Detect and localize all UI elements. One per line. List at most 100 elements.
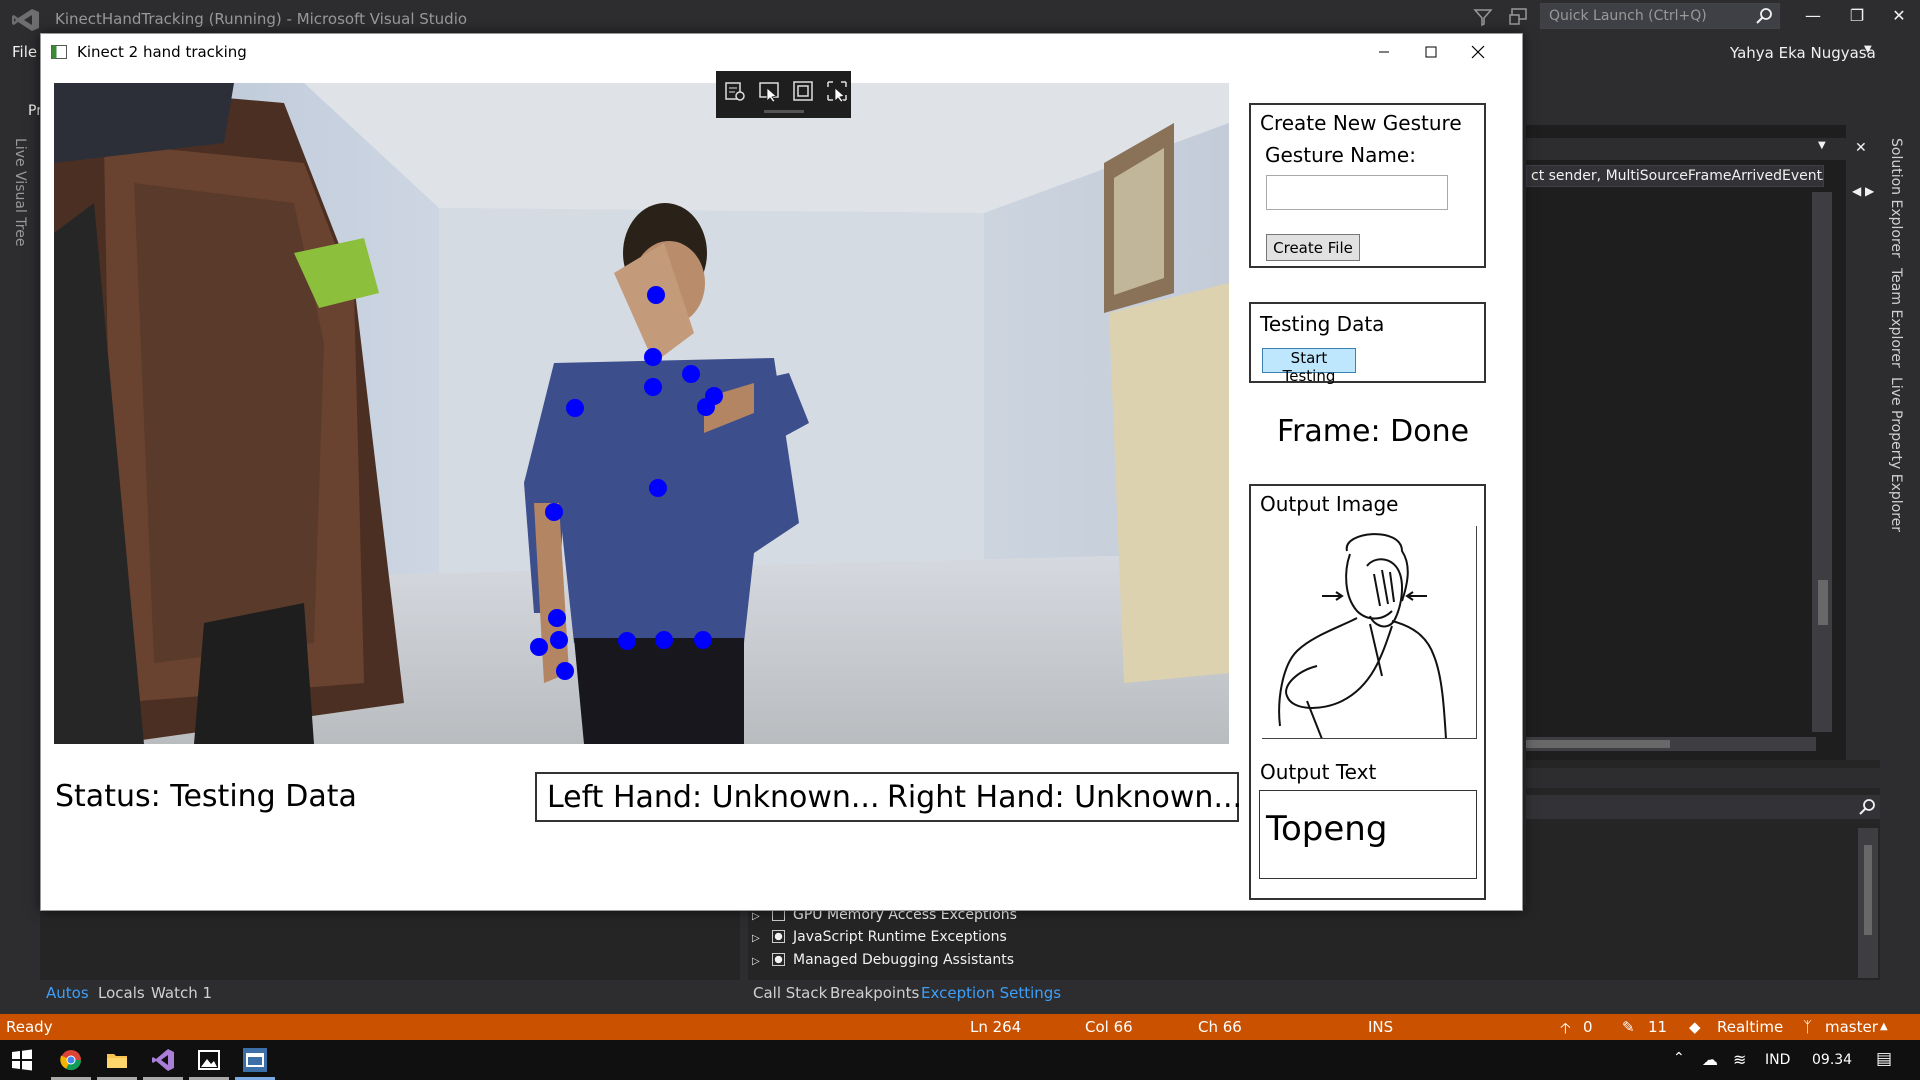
toolbar-grip[interactable] bbox=[764, 110, 804, 113]
status-branch[interactable]: master bbox=[1825, 1018, 1878, 1036]
go-to-live-visual-tree-icon[interactable] bbox=[723, 79, 747, 103]
hand-state-box: Left Hand: Unknown... Right Hand: Unknow… bbox=[535, 772, 1242, 822]
exception-checkbox[interactable] bbox=[772, 953, 785, 966]
exception-checkbox[interactable] bbox=[772, 930, 785, 943]
output-panel-header bbox=[1526, 768, 1880, 788]
create-gesture-group: Create New Gesture Gesture Name: Create … bbox=[1249, 103, 1486, 268]
pencil-icon[interactable]: ✎ bbox=[1622, 1018, 1635, 1036]
visual-studio-icon[interactable] bbox=[151, 1048, 175, 1072]
start-testing-button[interactable]: Start Testing bbox=[1262, 348, 1356, 385]
quick-launch-input[interactable]: Quick Launch (Ctrl+Q) bbox=[1540, 3, 1780, 29]
language-indicator[interactable]: IND bbox=[1765, 1052, 1790, 1068]
status-bar: Ready Ln 264 Col 66 Ch 66 INS 🡡 0 ✎ 11 ◆… bbox=[0, 1014, 1920, 1040]
skeleton-joint bbox=[556, 662, 574, 680]
clock[interactable]: 09.34 bbox=[1812, 1052, 1852, 1068]
skeleton-joint bbox=[649, 479, 667, 497]
onedrive-icon[interactable]: ☁ bbox=[1702, 1050, 1718, 1069]
output-panel-scroll-thumb[interactable] bbox=[1864, 845, 1872, 935]
kinect-app-icon[interactable] bbox=[243, 1048, 267, 1072]
vs-window-title: KinectHandTracking (Running) - Microsoft… bbox=[55, 10, 468, 28]
output-image bbox=[1262, 526, 1477, 739]
tab-autos[interactable]: Autos bbox=[46, 984, 89, 1002]
method-navigation-combo[interactable]: ct sender, MultiSourceFrameArrivedEventA… bbox=[1526, 165, 1824, 187]
photos-icon[interactable] bbox=[197, 1048, 221, 1072]
gesture-name-input[interactable] bbox=[1266, 175, 1448, 210]
code-editor bbox=[1526, 125, 1846, 760]
notifications-icon[interactable]: ▤ bbox=[1876, 1049, 1892, 1069]
status-ready: Ready bbox=[6, 1018, 53, 1036]
user-name[interactable]: Yahya Eka Nugyasa bbox=[1730, 44, 1876, 62]
solution-explorer-tab[interactable]: Solution Explorer bbox=[1888, 138, 1904, 258]
create-gesture-title: Create New Gesture bbox=[1260, 111, 1462, 135]
status-column: Col 66 bbox=[1085, 1018, 1133, 1036]
status-edit-count[interactable]: 11 bbox=[1648, 1018, 1667, 1036]
vs-restore-button[interactable]: ❐ bbox=[1842, 6, 1872, 28]
tab-locals[interactable]: Locals bbox=[98, 984, 145, 1002]
display-layout-adorners-icon[interactable] bbox=[791, 79, 815, 103]
skeleton-joint bbox=[550, 631, 568, 649]
editor-nav-arrows-icon[interactable]: ◀ ▶ bbox=[1852, 184, 1874, 198]
skeleton-joint bbox=[644, 348, 662, 366]
skeleton-joint bbox=[647, 286, 665, 304]
filter-icon[interactable] bbox=[1472, 6, 1494, 28]
create-file-button[interactable]: Create File bbox=[1266, 234, 1360, 261]
output-text-value: Topeng bbox=[1266, 809, 1388, 849]
vs-minimize-button[interactable]: — bbox=[1798, 6, 1828, 28]
status-realtime[interactable]: Realtime bbox=[1717, 1018, 1783, 1036]
maximize-button[interactable] bbox=[1408, 38, 1454, 66]
tab-exception-settings[interactable]: Exception Settings bbox=[921, 984, 1061, 1002]
team-explorer-tab[interactable]: Team Explorer bbox=[1888, 268, 1904, 368]
autos-panel bbox=[40, 910, 740, 980]
tab-call-stack[interactable]: Call Stack bbox=[753, 984, 827, 1002]
branch-icon[interactable]: ᛉ bbox=[1803, 1018, 1812, 1036]
wifi-icon[interactable]: ≋ bbox=[1733, 1050, 1746, 1069]
branch-caret-icon[interactable]: ▲ bbox=[1880, 1021, 1888, 1032]
chrome-icon[interactable] bbox=[59, 1048, 83, 1072]
track-focused-element-icon[interactable] bbox=[825, 79, 849, 103]
editor-header bbox=[1526, 138, 1846, 160]
vs-close-button[interactable]: ✕ bbox=[1884, 6, 1914, 28]
editor-close-icon[interactable]: ✕ bbox=[1855, 140, 1867, 156]
skeleton-joint bbox=[566, 399, 584, 417]
editor-scroll-thumb[interactable] bbox=[1818, 580, 1828, 625]
editor-vertical-scrollbar[interactable] bbox=[1812, 192, 1832, 732]
tray-expand-icon[interactable]: ⌃ bbox=[1673, 1050, 1685, 1066]
windows-start-icon[interactable] bbox=[10, 1048, 34, 1072]
output-panel bbox=[1526, 760, 1880, 980]
close-button[interactable] bbox=[1455, 38, 1501, 66]
left-tool-strip bbox=[0, 125, 40, 1010]
search-icon[interactable] bbox=[1858, 798, 1876, 816]
exception-row[interactable]: ▷ Managed Debugging Assistants bbox=[752, 952, 1014, 972]
expand-icon[interactable]: ▷ bbox=[752, 933, 766, 944]
user-dropdown-icon[interactable]: ▼ bbox=[1864, 44, 1872, 55]
expand-icon[interactable]: ▷ bbox=[752, 956, 766, 967]
live-property-explorer-tab[interactable]: Live Property Explorer bbox=[1888, 377, 1904, 532]
feedback-icon[interactable] bbox=[1508, 6, 1532, 28]
minimize-button[interactable] bbox=[1361, 38, 1407, 66]
search-icon[interactable] bbox=[1755, 7, 1773, 25]
editor-dropdown-icon[interactable]: ▼ bbox=[1818, 140, 1826, 151]
output-panel-search[interactable] bbox=[1526, 795, 1880, 819]
camera-view bbox=[54, 83, 1229, 744]
status-up-count[interactable]: 0 bbox=[1583, 1018, 1593, 1036]
tab-breakpoints[interactable]: Breakpoints bbox=[830, 984, 919, 1002]
skeleton-joint bbox=[618, 632, 636, 650]
output-image-title: Output Image bbox=[1260, 492, 1399, 516]
status-insert-mode: INS bbox=[1368, 1018, 1394, 1036]
window-app-icon bbox=[51, 45, 67, 59]
select-element-icon[interactable] bbox=[757, 79, 781, 103]
live-visual-tree-tab[interactable]: Live Visual Tree bbox=[12, 138, 28, 246]
testing-data-title: Testing Data bbox=[1260, 312, 1385, 336]
tab-watch-1[interactable]: Watch 1 bbox=[151, 984, 212, 1002]
menu-file[interactable]: File bbox=[12, 43, 37, 61]
editor-hscroll-thumb[interactable] bbox=[1526, 740, 1670, 748]
expand-icon[interactable]: ▷ bbox=[752, 911, 766, 922]
file-explorer-icon[interactable] bbox=[105, 1048, 129, 1072]
frame-status: Frame: Done bbox=[1277, 414, 1470, 449]
kinect-window-title: Kinect 2 hand tracking bbox=[77, 43, 247, 61]
skeleton-joint bbox=[548, 609, 566, 627]
diamond-icon[interactable]: ◆ bbox=[1689, 1018, 1701, 1036]
exception-row[interactable]: ▷ JavaScript Runtime Exceptions bbox=[752, 929, 1007, 949]
output-text-title: Output Text bbox=[1260, 760, 1377, 784]
skeleton-joint bbox=[697, 398, 715, 416]
